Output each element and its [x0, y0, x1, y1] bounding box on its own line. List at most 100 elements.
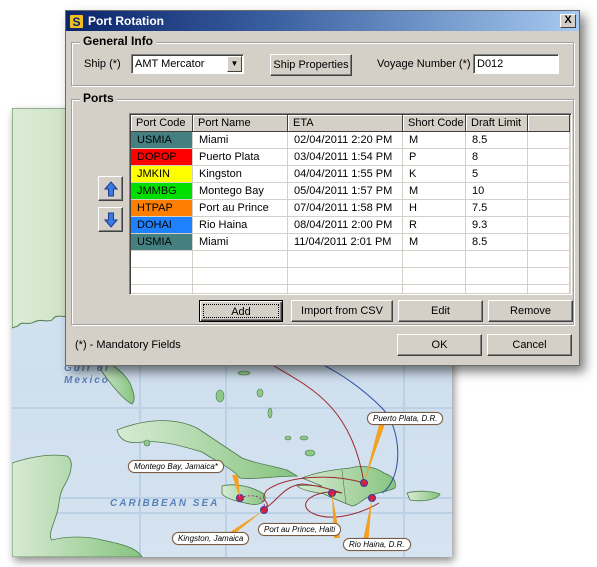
eta-cell[interactable]	[288, 251, 403, 268]
port-name-cell[interactable]: Miami	[193, 234, 288, 251]
short-code-cell[interactable]	[403, 285, 466, 294]
hispaniola	[296, 465, 396, 507]
filler-cell[interactable]	[528, 149, 570, 166]
port-name-cell[interactable]	[193, 285, 288, 294]
short-code-cell[interactable]: K	[403, 166, 466, 183]
column-header-eta[interactable]: ETA	[288, 115, 403, 132]
column-header-port-name[interactable]: Port Name	[193, 115, 288, 132]
column-header-filler	[528, 115, 570, 132]
port-name-cell[interactable]	[193, 268, 288, 285]
draft-limit-cell[interactable]: 8.5	[466, 234, 528, 251]
table-row[interactable]: JMMBG Montego Bay 05/04/2011 1:57 PM M 10	[131, 183, 570, 200]
eta-cell[interactable]	[288, 268, 403, 285]
filler-cell[interactable]	[528, 166, 570, 183]
column-header-port-code[interactable]: Port Code	[131, 115, 193, 132]
ports-grid[interactable]: Port Code Port Name ETA Short Code Draft…	[129, 113, 572, 295]
port-name-cell[interactable]: Kingston	[193, 166, 288, 183]
column-header-short-code[interactable]: Short Code	[403, 115, 466, 132]
draft-limit-cell[interactable]: 7.5	[466, 200, 528, 217]
eta-cell[interactable]: 07/04/2011 1:58 PM	[288, 200, 403, 217]
draft-limit-cell[interactable]: 9.3	[466, 217, 528, 234]
eta-cell[interactable]: 04/04/2011 1:55 PM	[288, 166, 403, 183]
port-name-cell[interactable]: Montego Bay	[193, 183, 288, 200]
port-name-cell[interactable]	[193, 251, 288, 268]
short-code-cell[interactable]	[403, 251, 466, 268]
column-header-draft-limit[interactable]: Draft Limit	[466, 115, 528, 132]
filler-cell[interactable]	[528, 183, 570, 200]
port-code-cell[interactable]: JMMBG	[131, 183, 193, 200]
table-row[interactable]: DOHAI Rio Haina 08/04/2011 2:00 PM R 9.3	[131, 217, 570, 234]
filler-cell[interactable]	[528, 132, 570, 149]
table-row[interactable]: USMIA Miami 02/04/2011 2:20 PM M 8.5	[131, 132, 570, 149]
empty-table-row[interactable]	[131, 268, 570, 285]
filler-cell[interactable]	[528, 217, 570, 234]
jamaica	[221, 484, 266, 505]
port-code-cell[interactable]: DOPOP	[131, 149, 193, 166]
filler-cell[interactable]	[528, 200, 570, 217]
filler-cell[interactable]	[528, 268, 570, 285]
draft-limit-cell[interactable]: 8	[466, 149, 528, 166]
table-row[interactable]: DOPOP Puerto Plata 03/04/2011 1:54 PM P 8	[131, 149, 570, 166]
ship-select-value: AMT Mercator	[135, 58, 205, 70]
port-code-cell[interactable]: HTPAP	[131, 200, 193, 217]
eta-cell[interactable]: 02/04/2011 2:20 PM	[288, 132, 403, 149]
port-code-cell[interactable]: DOHAI	[131, 217, 193, 234]
draft-limit-cell[interactable]: 5	[466, 166, 528, 183]
draft-limit-cell[interactable]: 8.5	[466, 132, 528, 149]
chevron-down-icon[interactable]: ▼	[227, 56, 242, 72]
table-row[interactable]: JMKIN Kingston 04/04/2011 1:55 PM K 5	[131, 166, 570, 183]
callout-montego-bay: Montego Bay, Jamaica*	[128, 460, 224, 473]
ship-select[interactable]: AMT Mercator ▼	[131, 54, 244, 74]
callout-puerto-plata: Puerto Plata, D.R.	[367, 412, 444, 425]
port-code-cell[interactable]: JMKIN	[131, 166, 193, 183]
filler-cell[interactable]	[528, 251, 570, 268]
empty-table-row[interactable]	[131, 285, 570, 294]
short-code-cell[interactable]: M	[403, 132, 466, 149]
edit-button[interactable]: Edit	[398, 300, 483, 322]
short-code-cell[interactable]	[403, 268, 466, 285]
title-bar[interactable]: S Port Rotation X	[66, 11, 579, 31]
add-button[interactable]: Add	[199, 300, 283, 322]
route-miami-puerto-plata	[273, 365, 365, 484]
move-down-button[interactable]	[98, 207, 123, 232]
cancel-button[interactable]: Cancel	[487, 334, 572, 356]
eta-cell[interactable]: 11/04/2011 2:01 PM	[288, 234, 403, 251]
voyage-number-input[interactable]: D012	[473, 54, 559, 74]
filler-cell[interactable]	[528, 234, 570, 251]
callout-rio-haina: Rio Haina, D.R.	[343, 538, 411, 551]
draft-limit-cell[interactable]	[466, 285, 528, 294]
eta-cell[interactable]: 05/04/2011 1:57 PM	[288, 183, 403, 200]
table-row[interactable]: USMIA Miami 11/04/2011 2:01 PM M 8.5	[131, 234, 570, 251]
eta-cell[interactable]: 03/04/2011 1:54 PM	[288, 149, 403, 166]
port-code-cell[interactable]	[131, 251, 193, 268]
port-code-cell[interactable]	[131, 268, 193, 285]
port-name-cell[interactable]: Miami	[193, 132, 288, 149]
short-code-cell[interactable]: M	[403, 234, 466, 251]
ship-properties-button[interactable]: Ship Properties	[270, 54, 352, 76]
draft-limit-cell[interactable]: 10	[466, 183, 528, 200]
short-code-cell[interactable]: M	[403, 183, 466, 200]
draft-limit-cell[interactable]	[466, 251, 528, 268]
port-code-cell[interactable]	[131, 285, 193, 294]
import-csv-button[interactable]: Import from CSV	[291, 300, 393, 322]
port-name-cell[interactable]: Rio Haina	[193, 217, 288, 234]
close-button[interactable]: X	[560, 14, 576, 28]
move-up-button[interactable]	[98, 176, 123, 201]
draft-limit-cell[interactable]	[466, 268, 528, 285]
filler-cell[interactable]	[528, 285, 570, 294]
eta-cell[interactable]	[288, 285, 403, 294]
eta-cell[interactable]: 08/04/2011 2:00 PM	[288, 217, 403, 234]
short-code-cell[interactable]: P	[403, 149, 466, 166]
port-code-cell[interactable]: USMIA	[131, 234, 193, 251]
ok-button[interactable]: OK	[397, 334, 482, 356]
short-code-cell[interactable]: R	[403, 217, 466, 234]
empty-table-row[interactable]	[131, 251, 570, 268]
us-landmass	[12, 108, 68, 329]
port-code-cell[interactable]: USMIA	[131, 132, 193, 149]
table-row[interactable]: HTPAP Port au Prince 07/04/2011 1:58 PM H 7.…	[131, 200, 570, 217]
port-name-cell[interactable]: Port au Prince	[193, 200, 288, 217]
remove-button[interactable]: Remove	[488, 300, 573, 322]
general-info-group: General Info Ship (*) AMT Mercator ▼ Shi…	[71, 34, 574, 86]
short-code-cell[interactable]: H	[403, 200, 466, 217]
port-name-cell[interactable]: Puerto Plata	[193, 149, 288, 166]
